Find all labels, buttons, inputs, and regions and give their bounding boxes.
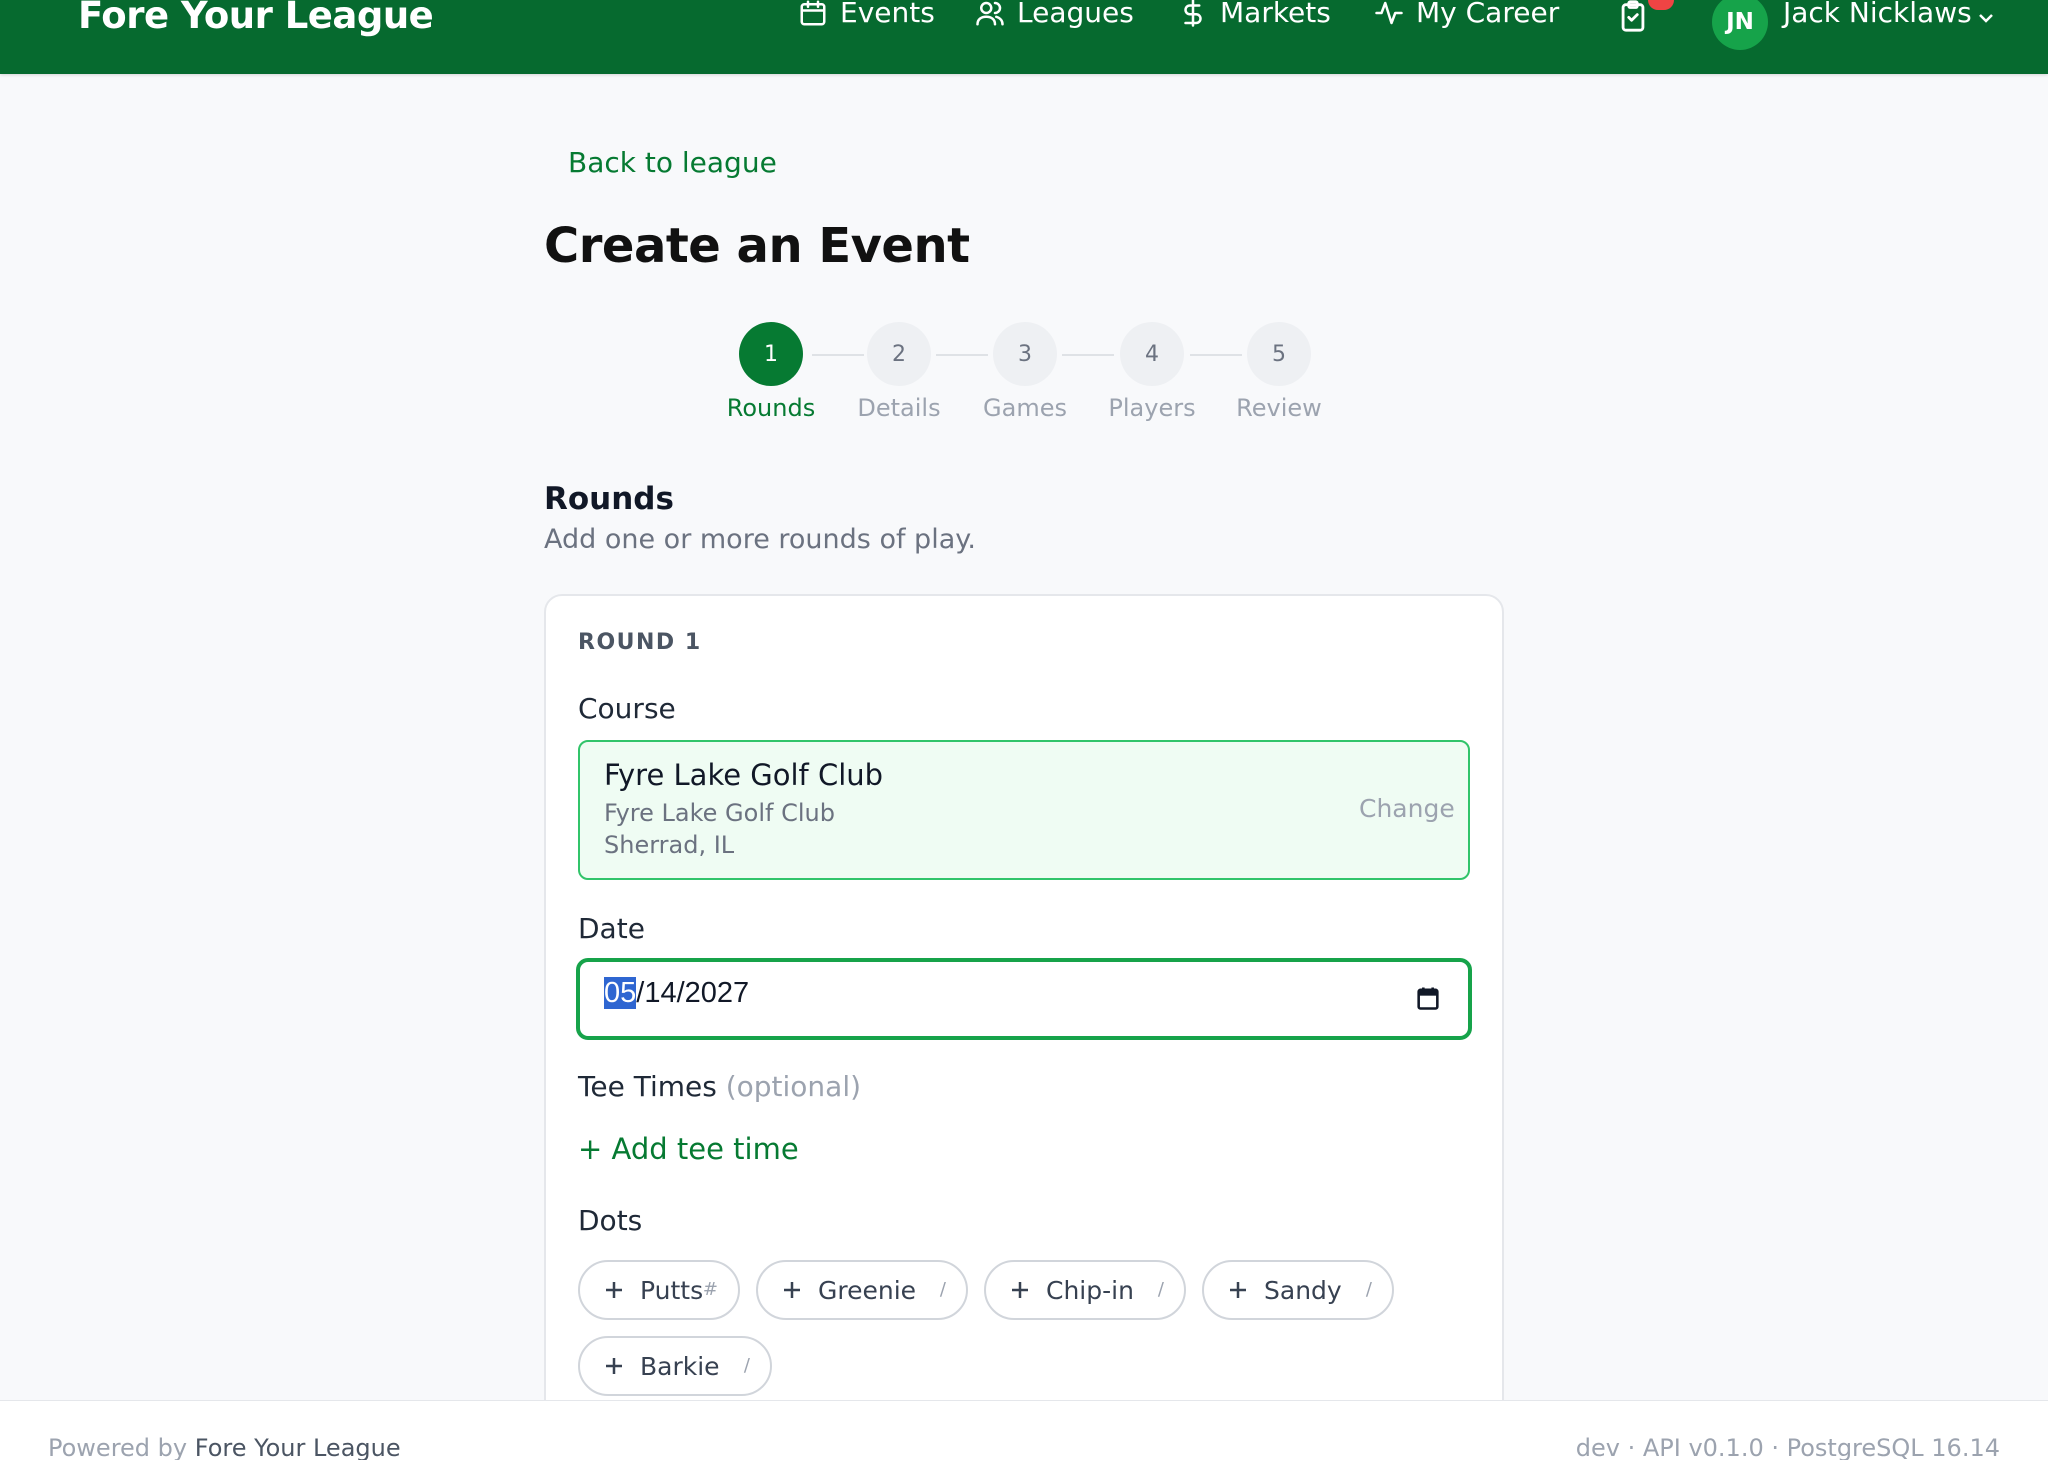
user-name[interactable]: Jack Nicklaws bbox=[1783, 0, 1972, 29]
plus-icon bbox=[606, 1282, 622, 1298]
step-3-label: Games bbox=[983, 394, 1067, 422]
dot-chip-sandy[interactable]: Sandy / bbox=[1202, 1260, 1394, 1320]
date-label: Date bbox=[578, 912, 645, 945]
page-title: Create an Event bbox=[544, 218, 970, 274]
step-connector bbox=[1062, 354, 1114, 356]
optional-hint: (optional) bbox=[725, 1070, 862, 1103]
step-3-circle[interactable]: 3 bbox=[993, 322, 1057, 386]
dot-chip-suffix: / bbox=[939, 1279, 946, 1300]
date-month-segment[interactable]: 05 bbox=[604, 977, 637, 1009]
tasks-button[interactable] bbox=[1616, 0, 1650, 34]
course-location: Sherrad, IL bbox=[604, 831, 735, 859]
footer-version: dev · API v0.1.0 · PostgreSQL 16.14 bbox=[1575, 1434, 2000, 1460]
calendar-icon bbox=[800, 0, 826, 25]
nav-item-label: Leagues bbox=[1017, 0, 1134, 29]
step-5-label: Review bbox=[1236, 394, 1322, 422]
plus-icon bbox=[1012, 1282, 1028, 1298]
nav-item-label: My Career bbox=[1416, 0, 1560, 29]
footer-powered-by: Powered by Fore Your League bbox=[48, 1434, 401, 1460]
app-logo[interactable]: Fore Your League bbox=[78, 0, 434, 37]
change-course-button[interactable]: Change bbox=[1359, 794, 1455, 823]
nav-item-label: Markets bbox=[1220, 0, 1331, 29]
nav-item-events[interactable]: Events bbox=[798, 0, 935, 29]
plus-icon bbox=[1230, 1282, 1246, 1298]
dot-chip-chip-in[interactable]: Chip-in / bbox=[984, 1260, 1186, 1320]
dot-chip-greenie[interactable]: Greenie / bbox=[756, 1260, 968, 1320]
step-connector bbox=[1190, 354, 1242, 356]
step-2-circle[interactable]: 2 bbox=[867, 322, 931, 386]
dot-chip-label: Putts bbox=[640, 1275, 704, 1305]
tee-times-label: Tee Times (optional) bbox=[578, 1070, 861, 1103]
date-value[interactable]: 05/14/2027 bbox=[604, 977, 749, 1010]
date-rest-segment[interactable]: /14/2027 bbox=[636, 977, 749, 1009]
nav-item-markets[interactable]: Markets bbox=[1178, 0, 1331, 29]
dot-chip-barkie[interactable]: Barkie / bbox=[578, 1336, 772, 1396]
tee-times-text: Tee Times bbox=[578, 1070, 717, 1103]
users-icon bbox=[976, 1, 1004, 25]
step-4-circle[interactable]: 4 bbox=[1120, 322, 1184, 386]
step-1-label: Rounds bbox=[726, 394, 816, 422]
section-title: Rounds bbox=[544, 481, 674, 517]
section-subtitle: Add one or more rounds of play. bbox=[544, 524, 976, 555]
nav-item-my-career[interactable]: My Career bbox=[1374, 0, 1559, 29]
activity-icon bbox=[1375, 1, 1403, 24]
plus-icon bbox=[784, 1282, 800, 1298]
dot-chip-label: Chip-in bbox=[1046, 1275, 1134, 1305]
step-4-label: Players bbox=[1108, 394, 1196, 422]
step-connector bbox=[812, 354, 864, 356]
dot-chip-suffix: / bbox=[1157, 1279, 1164, 1300]
step-5-circle[interactable]: 5 bbox=[1247, 322, 1311, 386]
powered-by-text: Powered by bbox=[48, 1434, 188, 1460]
dot-chip-putts[interactable]: Putts # bbox=[578, 1260, 740, 1320]
dot-chip-label: Greenie bbox=[818, 1275, 917, 1305]
step-1-circle[interactable]: 1 bbox=[739, 322, 803, 386]
step-connector bbox=[936, 354, 988, 356]
chevron-down-icon[interactable] bbox=[1974, 6, 1998, 30]
dot-chip-suffix: / bbox=[1365, 1279, 1372, 1300]
dot-chip-label: Barkie bbox=[640, 1351, 720, 1381]
course-club: Fyre Lake Golf Club bbox=[604, 799, 835, 827]
calendar-picker-icon[interactable] bbox=[1414, 984, 1442, 1012]
dot-chip-suffix: / bbox=[743, 1355, 750, 1376]
dots-label: Dots bbox=[578, 1204, 643, 1237]
back-to-league-link[interactable]: Back to league bbox=[568, 146, 777, 179]
dot-chip-label: Sandy bbox=[1264, 1275, 1342, 1305]
plus-icon bbox=[606, 1358, 622, 1374]
nav-item-leagues[interactable]: Leagues bbox=[975, 0, 1134, 29]
nav-item-label: Events bbox=[840, 0, 935, 29]
clipboard-check-icon bbox=[1621, 0, 1645, 32]
course-label: Course bbox=[578, 692, 676, 725]
round-label: ROUND 1 bbox=[578, 630, 702, 655]
course-name: Fyre Lake Golf Club bbox=[604, 758, 884, 792]
dot-chip-suffix: # bbox=[702, 1279, 718, 1300]
footer-brand-link[interactable]: Fore Your League bbox=[195, 1434, 401, 1460]
step-2-label: Details bbox=[857, 394, 941, 422]
add-tee-time-button[interactable]: + Add tee time bbox=[578, 1132, 799, 1166]
dollar-icon bbox=[1184, 0, 1202, 27]
